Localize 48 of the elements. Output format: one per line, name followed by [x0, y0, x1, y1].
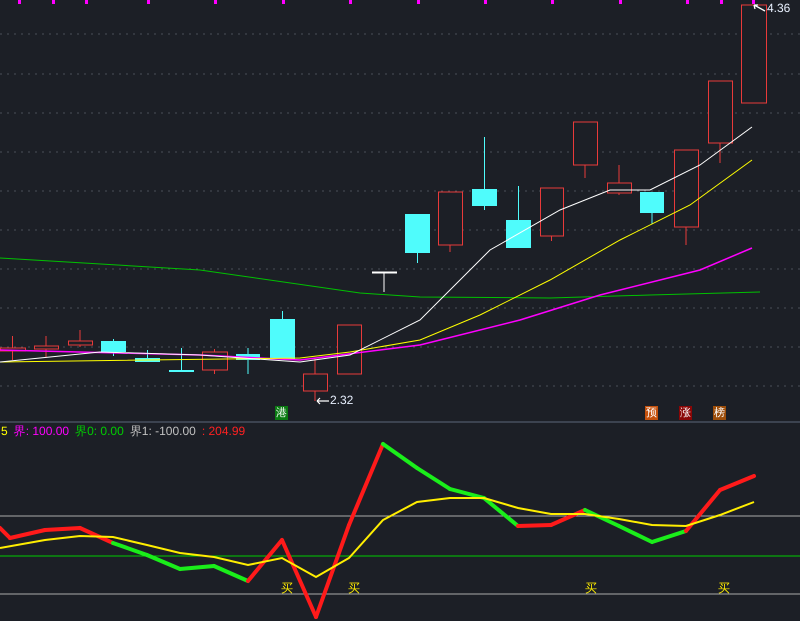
- tick-mark: [52, 0, 55, 4]
- candlestick: [303, 358, 328, 402]
- indicator-value: 界1: -100.00: [130, 425, 196, 437]
- marker-badge: 预: [645, 406, 658, 420]
- tick-mark: [85, 0, 88, 4]
- candlestick: [438, 192, 463, 252]
- candlestick: [34, 336, 59, 358]
- candlestick: [337, 324, 362, 374]
- marker-badge: 港: [275, 406, 288, 420]
- tick-mark: [417, 0, 420, 4]
- candlestick: [135, 350, 160, 362]
- tick-mark: [551, 0, 554, 4]
- tick-mark: [686, 0, 689, 4]
- marker-badge: 榜: [713, 406, 726, 420]
- indicator-value: : 204.99: [202, 425, 246, 437]
- arrow-icon: [315, 397, 329, 405]
- tick-mark: [282, 0, 285, 4]
- candlestick: [169, 348, 194, 372]
- arrow-icon: [752, 3, 766, 12]
- buy-signal-label: 买: [718, 582, 730, 594]
- tick-mark: [214, 0, 217, 4]
- candlestick: [540, 188, 564, 242]
- buy-signal-label: 买: [585, 582, 597, 594]
- marker-badge: 涨: [679, 406, 692, 420]
- candlestick: [270, 310, 295, 360]
- price-label: 2.32: [330, 394, 354, 406]
- candlestick: [506, 186, 531, 248]
- candlestick: [640, 192, 664, 224]
- candlestick: [101, 338, 126, 356]
- buy-signal-label: 买: [348, 582, 360, 594]
- candlestick: [573, 122, 598, 178]
- price-label: 4.36: [767, 2, 790, 14]
- buy-signal-label: 买: [281, 582, 293, 594]
- tick-mark: [18, 0, 21, 4]
- tick-mark: [147, 0, 150, 4]
- tick-mark: [619, 0, 622, 4]
- tick-mark: [349, 0, 352, 4]
- tick-mark: [720, 0, 723, 4]
- candlestick: [607, 164, 632, 196]
- indicator-value: 5: [1, 425, 8, 437]
- tick-mark: [484, 0, 487, 4]
- indicator-value: 界0: 0.00: [75, 425, 124, 437]
- candlestick: [372, 272, 397, 292]
- indicator-value: 界: 100.00: [14, 425, 70, 437]
- tick-mark: [752, 0, 755, 4]
- candlestick: [68, 330, 93, 348]
- candlestick: [405, 214, 430, 264]
- candlestick: [236, 348, 260, 374]
